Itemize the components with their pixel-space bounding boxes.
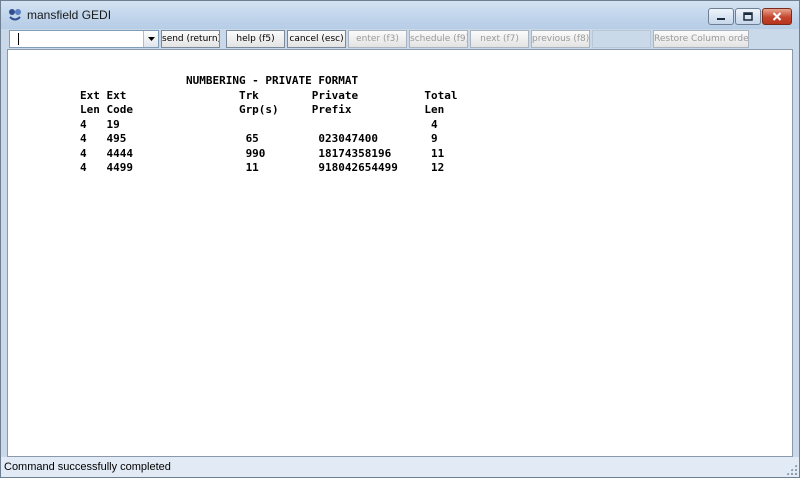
terminal-line: Ext Ext Trk Private Total <box>80 88 458 102</box>
terminal-line: Len Code Grp(s) Prefix Len <box>80 103 445 116</box>
terminal-line: 4 4499 11 918042654499 12 <box>80 161 445 174</box>
window-title: mansfield GEDI <box>27 8 112 22</box>
maximize-button[interactable] <box>735 8 761 25</box>
toolbar-spacer <box>592 30 651 48</box>
close-icon <box>772 8 782 26</box>
close-button[interactable] <box>762 8 792 25</box>
terminal-line: 4 495 65 023047400 9 <box>80 132 438 145</box>
app-logo-icon <box>8 8 22 22</box>
status-bar: Command successfully completed <box>1 457 799 477</box>
chevron-down-icon[interactable] <box>143 31 158 47</box>
enter-button[interactable]: enter (f3) <box>348 30 407 48</box>
cancel-button[interactable]: cancel (esc) <box>287 30 346 48</box>
terminal-output-area[interactable]: NUMBERING - PRIVATE FORMAT Ext Ext Trk Pr… <box>7 49 793 457</box>
terminal-line: NUMBERING - PRIVATE FORMAT <box>80 74 359 87</box>
help-button[interactable]: help (f5) <box>226 30 285 48</box>
next-button[interactable]: next (f7) <box>470 30 529 48</box>
resize-grip-icon[interactable] <box>786 464 797 475</box>
text-cursor <box>18 33 19 45</box>
previous-button[interactable]: previous (f8) <box>531 30 590 48</box>
command-combo-box[interactable] <box>9 30 159 48</box>
restore-column-order-button[interactable]: Restore Column order <box>653 30 749 48</box>
minimize-button[interactable] <box>708 8 734 25</box>
schedule-button[interactable]: schedule (f9) <box>409 30 468 48</box>
app-window: mansfield GEDI send (return) help (f5) c… <box>0 0 800 478</box>
toolbar: send (return) help (f5) cancel (esc) ent… <box>7 29 793 49</box>
terminal-line: 4 19 4 <box>80 117 438 131</box>
title-bar[interactable]: mansfield GEDI <box>1 1 799 29</box>
send-button[interactable]: send (return) <box>161 30 220 48</box>
status-message: Command successfully completed <box>4 461 171 473</box>
minimize-icon <box>716 8 726 26</box>
maximize-icon <box>743 8 753 26</box>
terminal-text: NUMBERING - PRIVATE FORMAT Ext Ext Trk Pr… <box>80 74 458 176</box>
terminal-line: 4 4444 990 18174358196 11 <box>80 146 445 160</box>
